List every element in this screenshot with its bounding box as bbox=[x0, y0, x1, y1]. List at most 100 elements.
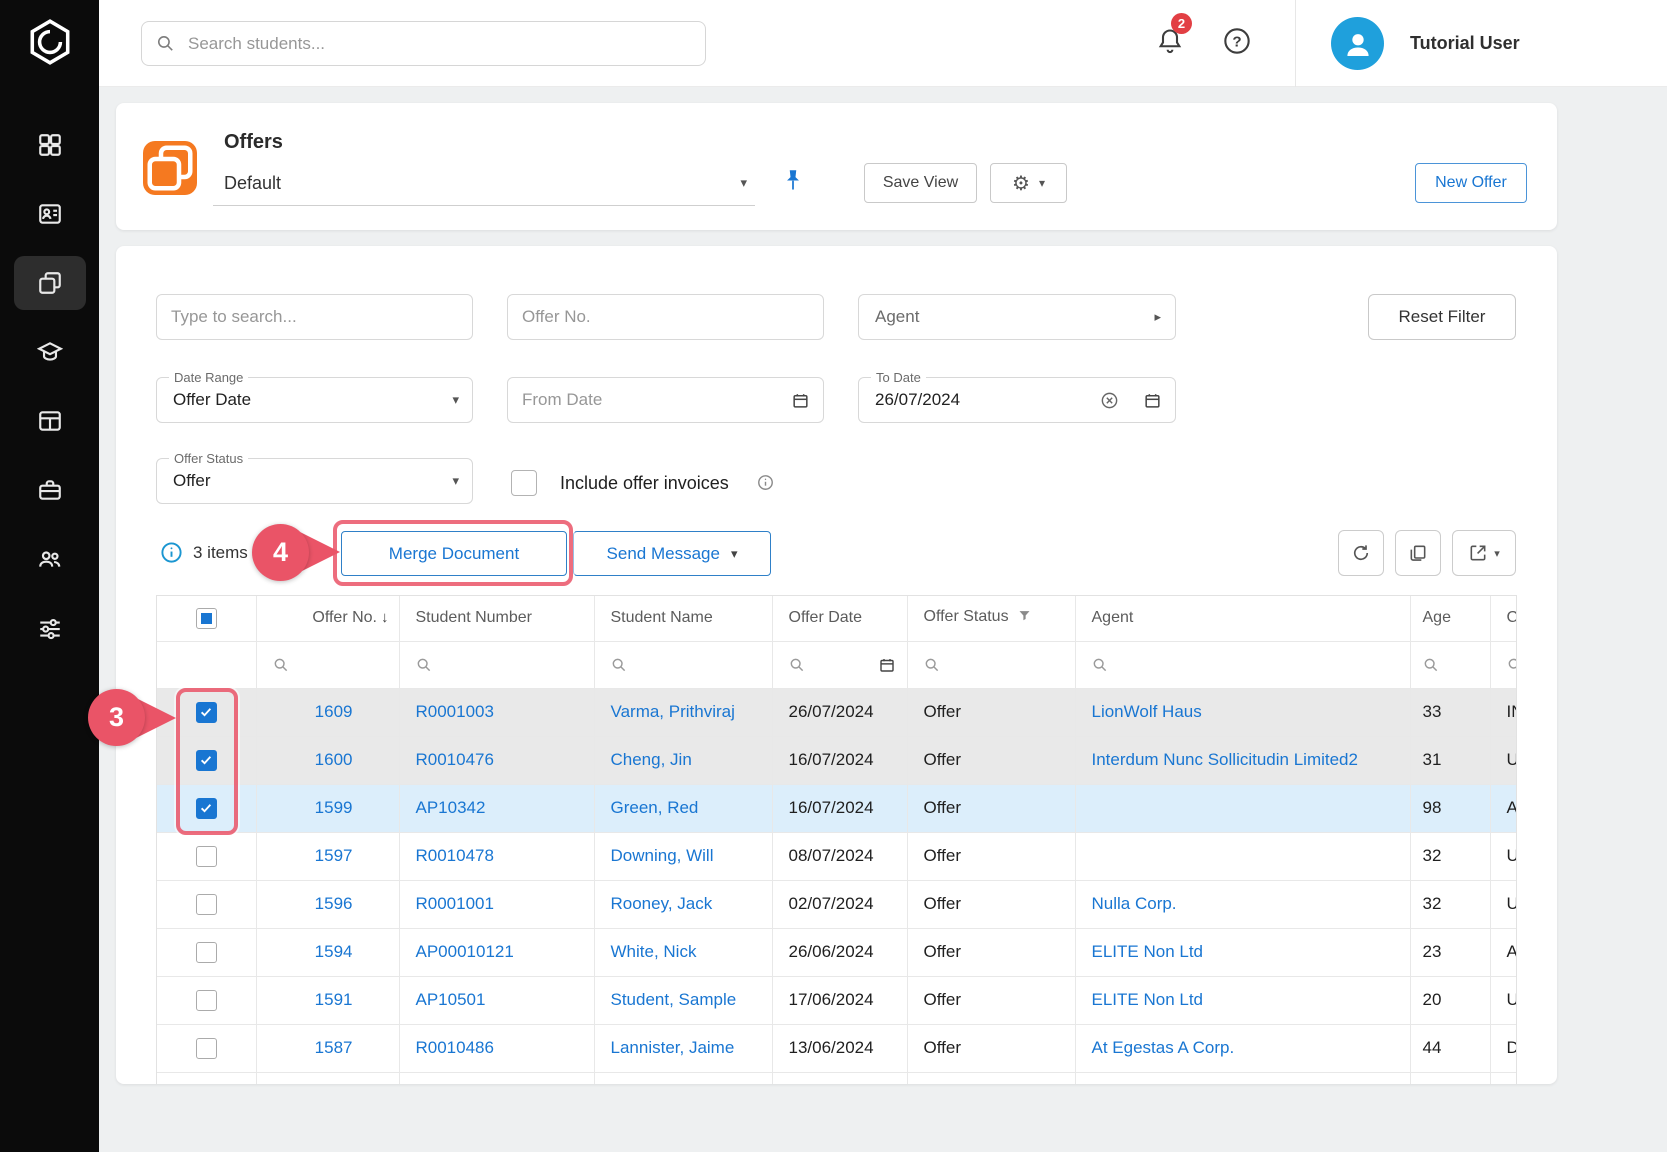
filter-offer-no[interactable] bbox=[257, 657, 399, 673]
row-checkbox[interactable] bbox=[196, 846, 217, 867]
col-header-offer-status[interactable]: Offer Status bbox=[907, 596, 1075, 641]
offer-no-link[interactable]: 1596 bbox=[315, 894, 353, 913]
agent-link[interactable]: ELITE Non Ltd bbox=[1092, 942, 1204, 961]
table-row[interactable]: 1596 R0001001 Rooney, Jack 02/07/2024 Of… bbox=[157, 880, 1517, 928]
offer-no-link[interactable]: 1599 bbox=[315, 798, 353, 817]
student-number-link[interactable]: AP00010121 bbox=[416, 942, 514, 961]
col-header-student-name[interactable]: Student Name bbox=[594, 596, 772, 641]
view-select[interactable]: Default ▾ bbox=[213, 161, 755, 206]
column-chooser-button[interactable] bbox=[1395, 530, 1441, 576]
from-date-field[interactable] bbox=[507, 377, 824, 423]
col-header-student-number[interactable]: Student Number bbox=[399, 596, 594, 641]
student-number-link[interactable]: R0010476 bbox=[416, 750, 494, 769]
agent-link[interactable]: Nulla Corp. bbox=[1092, 894, 1177, 913]
search-input[interactable] bbox=[186, 33, 705, 55]
offer-no-link[interactable]: 1597 bbox=[315, 846, 353, 865]
offer-no-link[interactable]: 1594 bbox=[315, 942, 353, 961]
new-offer-button[interactable]: New Offer bbox=[1415, 163, 1527, 203]
refresh-button[interactable] bbox=[1338, 530, 1384, 576]
filter-student-name[interactable] bbox=[595, 657, 772, 673]
table-row[interactable]: 1609 R0001003 Varma, Prithviraj 26/07/20… bbox=[157, 688, 1517, 736]
table-row[interactable]: 1591 AP10501 Student, Sample 17/06/2024 … bbox=[157, 976, 1517, 1024]
offer-no-link[interactable]: 1609 bbox=[315, 702, 353, 721]
row-checkbox[interactable] bbox=[196, 1038, 217, 1059]
offer-no-input[interactable] bbox=[508, 295, 823, 339]
row-checkbox[interactable] bbox=[196, 990, 217, 1011]
student-name-link[interactable]: Rooney, Jack bbox=[611, 894, 713, 913]
from-date-input[interactable] bbox=[508, 378, 823, 422]
sidebar-item-education[interactable] bbox=[14, 325, 86, 379]
date-range-select[interactable]: Date Range Offer Date ▾ bbox=[156, 377, 473, 423]
agent-link[interactable]: At Egestas A Corp. bbox=[1092, 1038, 1235, 1057]
table-row[interactable]: 1594 AP00010121 White, Nick 26/06/2024 O… bbox=[157, 928, 1517, 976]
student-search[interactable] bbox=[141, 21, 706, 66]
grid-search-field[interactable] bbox=[156, 294, 473, 340]
select-all-checkbox[interactable] bbox=[196, 608, 217, 629]
agent-link[interactable]: ELITE Non Ltd bbox=[1092, 990, 1204, 1009]
grid-search-input[interactable] bbox=[157, 295, 472, 339]
view-settings-button[interactable]: ⚙ ▾ bbox=[990, 163, 1067, 203]
filter-student-number[interactable] bbox=[400, 657, 594, 673]
sidebar-item-settings[interactable] bbox=[14, 601, 86, 655]
export-button[interactable]: ▾ bbox=[1452, 530, 1516, 576]
table-row[interactable]: 1599 AP10342 Green, Red 16/07/2024 Offer… bbox=[157, 784, 1517, 832]
student-number-link[interactable]: R0010478 bbox=[416, 846, 494, 865]
calendar-icon[interactable] bbox=[791, 391, 810, 410]
sidebar-item-offers[interactable] bbox=[14, 256, 86, 310]
student-number-link[interactable]: R0001001 bbox=[416, 894, 494, 913]
student-name-link[interactable]: Varma, Prithviraj bbox=[611, 702, 735, 721]
calendar-icon[interactable] bbox=[1143, 391, 1162, 410]
sidebar-item-boards[interactable] bbox=[14, 394, 86, 448]
col-header-clipped[interactable]: C bbox=[1490, 596, 1517, 641]
agent-field[interactable]: Agent ▸ bbox=[858, 294, 1176, 340]
offer-no-link[interactable]: 1587 bbox=[315, 1038, 353, 1057]
agent-link[interactable]: Interdum Nunc Sollicitudin Limited2 bbox=[1092, 750, 1358, 769]
row-checkbox[interactable] bbox=[196, 942, 217, 963]
include-invoices-checkbox[interactable] bbox=[511, 470, 537, 496]
agent-link[interactable]: LionWolf Haus bbox=[1092, 702, 1202, 721]
student-name-link[interactable]: Downing, Will bbox=[611, 846, 714, 865]
app-logo-icon[interactable] bbox=[25, 17, 75, 67]
user-name[interactable]: Tutorial User bbox=[1410, 0, 1520, 87]
send-message-button[interactable]: Send Message ▾ bbox=[573, 531, 771, 576]
table-row[interactable]: 1597 R0010478 Downing, Will 08/07/2024 O… bbox=[157, 832, 1517, 880]
student-name-link[interactable]: White, Nick bbox=[611, 942, 697, 961]
pin-view-button[interactable] bbox=[780, 167, 806, 193]
help-button[interactable]: ? bbox=[1223, 27, 1251, 55]
filter-offer-date[interactable] bbox=[773, 656, 907, 674]
student-number-link[interactable]: AP10342 bbox=[416, 798, 486, 817]
sidebar-item-services[interactable] bbox=[14, 463, 86, 517]
offer-status-select[interactable]: Offer Status Offer ▾ bbox=[156, 458, 473, 504]
col-header-offer-no[interactable]: Offer No.↓ bbox=[256, 596, 399, 641]
col-header-offer-date[interactable]: Offer Date bbox=[772, 596, 907, 641]
col-header-agent[interactable]: Agent bbox=[1075, 596, 1410, 641]
student-number-link[interactable]: R0001003 bbox=[416, 702, 494, 721]
sidebar-item-agents[interactable] bbox=[14, 532, 86, 586]
student-name-link[interactable]: Lannister, Jaime bbox=[611, 1038, 735, 1057]
filter-agent[interactable] bbox=[1076, 657, 1410, 673]
table-row[interactable]: 1587 R0010486 Lannister, Jaime 13/06/202… bbox=[157, 1024, 1517, 1072]
reset-filter-button[interactable]: Reset Filter bbox=[1368, 294, 1516, 340]
sidebar-item-contacts[interactable] bbox=[14, 187, 86, 241]
filter-funnel-icon[interactable] bbox=[1017, 608, 1032, 628]
student-name-link[interactable]: Student, Sample bbox=[611, 990, 737, 1009]
offer-no-link[interactable]: 1600 bbox=[315, 750, 353, 769]
offer-no-field[interactable] bbox=[507, 294, 824, 340]
calendar-icon[interactable] bbox=[878, 656, 896, 674]
offer-no-link[interactable]: 1591 bbox=[315, 990, 353, 1009]
user-avatar[interactable] bbox=[1331, 17, 1384, 70]
save-view-button[interactable]: Save View bbox=[864, 163, 977, 203]
sidebar-item-dashboard[interactable] bbox=[14, 118, 86, 172]
row-checkbox[interactable] bbox=[196, 894, 217, 915]
filter-age[interactable] bbox=[1411, 657, 1490, 673]
col-header-age[interactable]: Age bbox=[1410, 596, 1490, 641]
filter-offer-status[interactable] bbox=[908, 657, 1075, 673]
to-date-field[interactable]: To Date 26/07/2024 bbox=[858, 377, 1176, 423]
table-row[interactable]: 1600 R0010476 Cheng, Jin 16/07/2024 Offe… bbox=[157, 736, 1517, 784]
student-name-link[interactable]: Green, Red bbox=[611, 798, 699, 817]
clear-icon[interactable] bbox=[1100, 391, 1119, 410]
student-number-link[interactable]: R0010486 bbox=[416, 1038, 494, 1057]
filter-clipped[interactable] bbox=[1491, 657, 1518, 673]
student-name-link[interactable]: Cheng, Jin bbox=[611, 750, 692, 769]
student-number-link[interactable]: AP10501 bbox=[416, 990, 486, 1009]
